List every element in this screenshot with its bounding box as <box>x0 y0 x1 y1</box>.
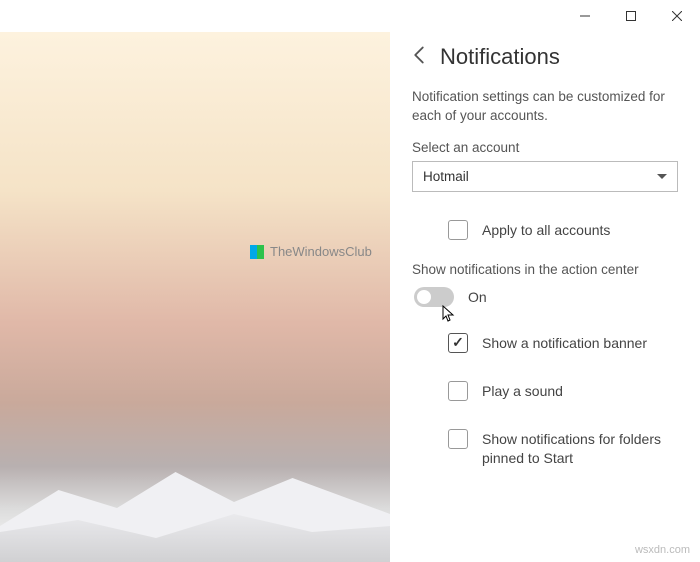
action-center-toggle-row: On <box>412 287 678 307</box>
back-icon[interactable] <box>412 45 426 70</box>
apply-all-label: Apply to all accounts <box>482 220 610 240</box>
account-selected-value: Hotmail <box>423 169 469 184</box>
close-button[interactable] <box>654 0 700 32</box>
chevron-down-icon <box>657 169 667 184</box>
domain-watermark: wsxdn.com <box>635 544 690 556</box>
toggle-state-label: On <box>468 289 487 305</box>
sound-checkbox[interactable] <box>448 381 468 401</box>
settings-description: Notification settings can be customized … <box>412 88 678 126</box>
banner-row[interactable]: Show a notification banner <box>412 325 678 361</box>
settings-panel: Notifications Notification settings can … <box>390 32 700 562</box>
apply-all-checkbox[interactable] <box>448 220 468 240</box>
action-center-label: Show notifications in the action center <box>412 262 678 277</box>
cursor-icon <box>442 305 456 328</box>
banner-label: Show a notification banner <box>482 333 647 353</box>
watermark-icon <box>250 245 264 259</box>
titlebar <box>0 0 700 32</box>
sound-row[interactable]: Play a sound <box>412 373 678 409</box>
pinned-checkbox[interactable] <box>448 429 468 449</box>
pinned-row[interactable]: Show notifications for folders pinned to… <box>412 421 678 476</box>
sound-label: Play a sound <box>482 381 563 401</box>
action-center-toggle[interactable] <box>414 287 454 307</box>
watermark: TheWindowsClub <box>250 244 372 259</box>
account-select[interactable]: Hotmail <box>412 161 678 192</box>
minimize-button[interactable] <box>562 0 608 32</box>
panel-header: Notifications <box>412 44 678 70</box>
apply-all-row[interactable]: Apply to all accounts <box>412 212 678 248</box>
page-title: Notifications <box>440 44 560 70</box>
watermark-text: TheWindowsClub <box>270 244 372 259</box>
maximize-button[interactable] <box>608 0 654 32</box>
banner-checkbox[interactable] <box>448 333 468 353</box>
pinned-label: Show notifications for folders pinned to… <box>482 429 678 468</box>
account-select-label: Select an account <box>412 140 678 155</box>
